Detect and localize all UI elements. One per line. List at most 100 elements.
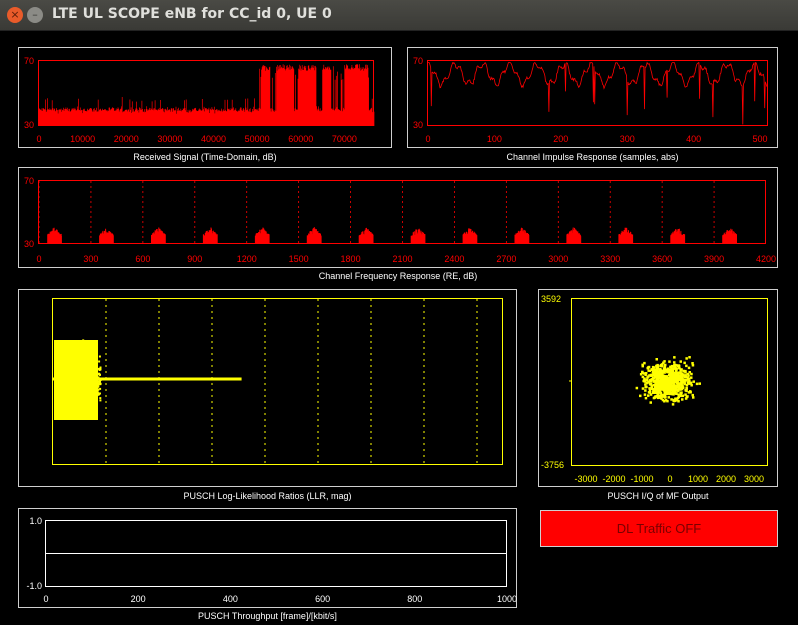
iq-point (692, 396, 695, 399)
llr-point (58, 366, 61, 369)
llr-point (97, 380, 99, 383)
llr-point (54, 365, 57, 368)
llr-point (64, 362, 67, 365)
iq-point (654, 369, 657, 372)
iq-point (680, 382, 683, 385)
iq-point (658, 395, 661, 398)
iq-point (662, 380, 666, 383)
llr-point (58, 398, 61, 401)
llr-point (76, 368, 79, 371)
llr-point (86, 365, 89, 368)
iq-point (635, 386, 639, 390)
llr-point (98, 360, 101, 363)
impulse-xtick: 500 (753, 134, 768, 144)
iq-point (674, 378, 677, 381)
llr-point (67, 388, 70, 391)
llr-point (90, 372, 93, 375)
llr-point (56, 391, 59, 394)
iq-point (649, 382, 653, 385)
impulse-response-axes (427, 60, 768, 126)
iq-point (677, 386, 681, 390)
iq-xtick: -1000 (630, 474, 653, 484)
llr-point (83, 370, 86, 373)
llr-point (84, 375, 87, 378)
freq-xtick: 1200 (237, 254, 257, 264)
llr-point (70, 359, 73, 362)
iq-point (676, 364, 679, 368)
iq-point (670, 373, 674, 376)
llr-point (80, 395, 82, 398)
time-ytick: 70 (24, 56, 34, 66)
iq-point (685, 357, 688, 360)
llr-point (87, 391, 90, 394)
iq-point (655, 358, 658, 361)
llr-point (77, 398, 80, 401)
time-xtick: 10000 (70, 134, 95, 144)
llr-point (79, 360, 82, 362)
dl-traffic-toggle-button[interactable]: DL Traffic OFF (540, 510, 778, 547)
llr-point (92, 390, 95, 393)
llr-point (74, 374, 77, 377)
freq-xtick: 3900 (704, 254, 724, 264)
iq-point (695, 382, 699, 386)
iq-point (643, 380, 647, 383)
llr-point (62, 395, 65, 398)
time-xtick: 30000 (157, 134, 182, 144)
llr-point (93, 404, 96, 407)
llr-point (59, 362, 62, 365)
throughput-xtick: 800 (407, 594, 422, 604)
iq-point (689, 381, 693, 385)
llr-point (99, 387, 102, 390)
llr-point (58, 359, 61, 362)
iq-point (647, 394, 650, 397)
throughput-xtick: 200 (131, 594, 146, 604)
llr-point (75, 400, 78, 403)
iq-point (644, 389, 647, 392)
llr-point (62, 350, 64, 353)
iq-point (664, 398, 668, 402)
llr-point (90, 353, 93, 356)
iq-point (671, 392, 674, 396)
llr-point (78, 367, 81, 370)
llr-point (54, 396, 57, 398)
llr-point (68, 361, 71, 364)
iq-point (681, 398, 684, 401)
iq-point (683, 361, 686, 365)
iq-point (659, 367, 662, 371)
llr-point (76, 383, 78, 386)
llr-point (74, 363, 77, 366)
llr-point (55, 371, 58, 374)
llr-point (59, 373, 62, 376)
time-xtick: 50000 (245, 134, 270, 144)
llr-point (89, 362, 91, 365)
iq-point (676, 396, 680, 400)
freq-xtick: 0 (36, 254, 41, 264)
iq-point (661, 398, 665, 402)
llr-axes (52, 298, 503, 465)
freq-xtick: 300 (83, 254, 98, 264)
llr-point (96, 393, 99, 396)
llr-point (87, 360, 90, 363)
iq-xtick: 2000 (716, 474, 736, 484)
llr-point (70, 404, 73, 407)
iq-point (653, 372, 657, 376)
iq-point (664, 395, 667, 399)
iq-point (639, 394, 642, 398)
iq-point (661, 371, 665, 374)
freq-ytick: 30 (24, 239, 34, 249)
llr-point (73, 397, 75, 400)
llr-point (66, 371, 69, 374)
llr-point (95, 396, 98, 399)
freq-xtick: 4200 (756, 254, 776, 264)
iq-point (674, 369, 678, 372)
llr-point (92, 388, 95, 390)
llr-point (74, 361, 77, 364)
iq-point (644, 372, 648, 375)
iq-point (658, 382, 661, 385)
time-ytick: 30 (24, 120, 34, 130)
iq-point (646, 381, 649, 384)
iq-point (675, 385, 678, 389)
llr-point (59, 392, 62, 394)
llr-point (69, 404, 71, 407)
iq-point (649, 373, 653, 377)
